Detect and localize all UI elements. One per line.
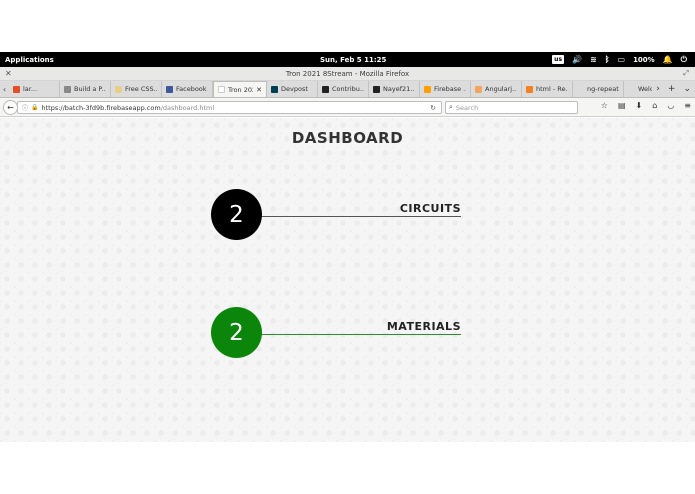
navigation-bar: ← ⓘ 🔒 https://batch-3fd9b.firebaseapp.co… xyxy=(0,98,695,117)
tab-favicon-icon xyxy=(475,85,482,93)
tab-7[interactable]: Nayef21... xyxy=(369,81,420,97)
close-tab-icon[interactable]: ✕ xyxy=(256,86,262,94)
tab-favicon-icon xyxy=(373,85,380,93)
tab-favicon-icon xyxy=(64,85,71,93)
tab-label: lar... xyxy=(23,85,38,93)
tab-scroll-left-icon[interactable]: ‹ xyxy=(0,81,9,97)
toolbar-icons: ☆ ▤ ⬇ ⌂ ◡ ≡ xyxy=(601,101,691,110)
search-icon: ⌕ xyxy=(449,103,453,111)
circuits-underline xyxy=(251,216,461,217)
tab-10[interactable]: html - Re... xyxy=(522,81,573,97)
search-placeholder: Search xyxy=(455,103,479,112)
tab-favicon-icon xyxy=(424,85,431,93)
keyboard-layout-indicator[interactable]: us xyxy=(552,55,565,64)
reload-icon[interactable]: ↻ xyxy=(430,104,436,112)
tab-3[interactable]: Facebook xyxy=(162,81,213,97)
all-tabs-chevron-down-icon[interactable]: ⌄ xyxy=(683,84,691,94)
bookmark-star-icon[interactable]: ☆ xyxy=(601,101,608,110)
tab-label: Free CSS... xyxy=(125,85,157,93)
back-button[interactable]: ← xyxy=(3,100,18,115)
materials-underline xyxy=(251,334,461,335)
tab-favicon-icon xyxy=(628,85,635,93)
new-tab-icon[interactable]: + xyxy=(668,84,676,94)
tab-favicon-icon xyxy=(13,85,20,93)
tab-0[interactable]: lar... xyxy=(9,81,60,97)
tab-label: Facebook xyxy=(176,85,207,93)
tab-label: ng-repeat D... xyxy=(587,85,619,93)
tab-label: Contribu... xyxy=(332,85,364,93)
tab-strip: ‹ lar... Build a P... Free CSS... Facebook T… xyxy=(0,81,695,98)
tab-label: html - Re... xyxy=(536,85,568,93)
lock-icon: 🔒 xyxy=(31,104,39,111)
notifications-icon[interactable]: 🔔 xyxy=(663,55,673,65)
wifi-icon[interactable]: ≋ xyxy=(590,55,597,65)
tab-11[interactable]: ng-repeat D... xyxy=(573,81,624,97)
tab-favicon-icon xyxy=(115,85,122,93)
desktop-screen: Applications Sun, Feb 5 11:25 us 🔊 ≋ ᛒ ▭… xyxy=(0,52,695,442)
tab-label: Devpost xyxy=(281,85,308,93)
power-icon[interactable]: ⏻ xyxy=(681,55,687,65)
circuits-stat[interactable]: CIRCUITS 2 xyxy=(211,188,461,240)
tab-label: Tron 202... xyxy=(228,85,253,94)
tab-favicon-icon xyxy=(166,85,173,93)
system-tray: us 🔊 ≋ ᛒ ▭ 100% 🔔 ⏻ xyxy=(552,55,687,65)
applications-menu[interactable]: Applications xyxy=(5,56,54,64)
home-icon[interactable]: ⌂ xyxy=(652,101,657,110)
maximize-icon[interactable]: ⤢ xyxy=(683,69,689,78)
tab-favicon-icon xyxy=(322,85,329,93)
battery-icon[interactable]: ▭ xyxy=(618,55,626,65)
tab-strip-controls: › + ⌄ xyxy=(652,81,695,97)
tab-label: Build a P... xyxy=(74,85,106,93)
materials-stat[interactable]: MATERIALS 2 xyxy=(211,306,461,358)
tab-6[interactable]: Contribu... xyxy=(318,81,369,97)
site-info-icon[interactable]: ⓘ xyxy=(22,103,28,112)
system-clock[interactable]: Sun, Feb 5 11:25 xyxy=(320,56,386,64)
window-title-bar: ✕ Tron 2021 8Stream - Mozilla Firefox ⤢ xyxy=(0,67,695,81)
tab-5[interactable]: Devpost xyxy=(267,81,318,97)
tab-favicon-icon xyxy=(577,85,584,93)
tab-label: Firebase ... xyxy=(434,85,466,93)
search-input[interactable]: ⌕ Search xyxy=(445,101,578,114)
circuits-label: CIRCUITS xyxy=(399,202,461,215)
page-title: DASHBOARD xyxy=(291,129,404,147)
circuits-count-circle: 2 xyxy=(211,189,262,240)
close-window-icon[interactable]: ✕ xyxy=(5,69,12,78)
tab-2[interactable]: Free CSS... xyxy=(111,81,162,97)
clipboard-icon[interactable]: ▤ xyxy=(618,101,626,110)
tab-8[interactable]: Firebase ... xyxy=(420,81,471,97)
tab-favicon-icon xyxy=(271,85,278,93)
tab-label: Nayef21... xyxy=(383,85,415,93)
pocket-icon[interactable]: ◡ xyxy=(667,101,674,110)
url-bar[interactable]: ⓘ 🔒 https://batch-3fd9b.firebaseapp.com /… xyxy=(17,101,442,114)
materials-label: MATERIALS xyxy=(386,320,461,333)
back-arrow-icon: ← xyxy=(7,103,14,112)
system-top-bar: Applications Sun, Feb 5 11:25 us 🔊 ≋ ᛒ ▭… xyxy=(0,52,695,67)
tab-1[interactable]: Build a P... xyxy=(60,81,111,97)
download-icon[interactable]: ⬇ xyxy=(636,101,643,110)
volume-icon[interactable]: 🔊 xyxy=(572,55,582,65)
tab-favicon-icon xyxy=(218,86,225,93)
page-content: DASHBOARD CIRCUITS 2 MATERIALS 2 xyxy=(0,118,695,442)
bluetooth-icon[interactable]: ᛒ xyxy=(605,55,610,65)
tab-favicon-icon xyxy=(526,85,533,93)
tab-9[interactable]: Angularj... xyxy=(471,81,522,97)
url-path: /dashboard.html xyxy=(160,103,215,112)
tab-label: Angularj... xyxy=(485,85,517,93)
tab-4[interactable]: Tron 202...✕ xyxy=(213,81,267,97)
window-title: Tron 2021 8Stream - Mozilla Firefox xyxy=(285,69,410,78)
battery-percentage: 100% xyxy=(633,55,655,64)
tab-scroll-right-icon[interactable]: › xyxy=(656,84,660,94)
url-host: https://batch-3fd9b.firebaseapp.com xyxy=(41,103,161,112)
materials-count-circle: 2 xyxy=(211,307,262,358)
menu-icon[interactable]: ≡ xyxy=(684,101,691,110)
tabs-container: lar... Build a P... Free CSS... Facebook Tro… xyxy=(9,81,675,97)
